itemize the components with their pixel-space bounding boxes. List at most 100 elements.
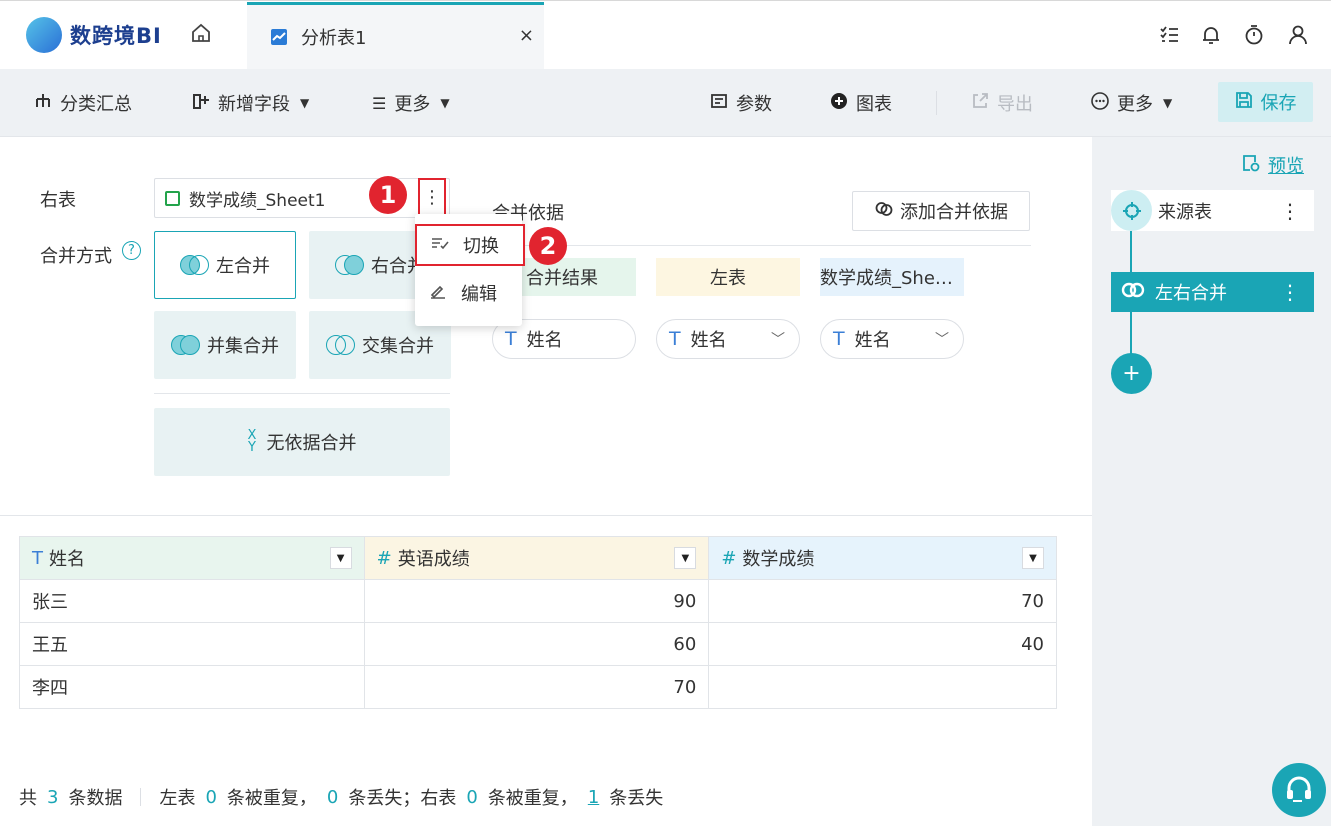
flow-node-join[interactable]: 左右合并 ⋮ (1111, 272, 1314, 312)
footer-text: 条丢失 (609, 788, 664, 809)
switch-icon (431, 235, 449, 256)
text-type-icon: T (669, 328, 681, 350)
chart-button[interactable]: 图表 (830, 90, 892, 116)
field-name: 姓名 (690, 330, 727, 351)
number-type-icon: # (721, 547, 737, 569)
switch-label: 切换 (463, 236, 499, 257)
venn-intersect-icon (326, 333, 356, 357)
menu-item-switch[interactable]: 切换 (415, 224, 525, 266)
column-name: 姓名 (49, 549, 85, 570)
add-field-label: 新增字段 (218, 94, 290, 115)
hierarchy-icon (34, 92, 52, 114)
cell-name: 王五 (19, 622, 365, 666)
group-summary-label: 分类汇总 (60, 94, 132, 115)
table-row: 王五 60 40 (19, 622, 1057, 666)
no-basis-join-button[interactable]: XY 无依据合并 (154, 408, 450, 476)
add-merge-basis-label: 添加合并依据 (900, 202, 1008, 223)
text-type-icon: T (833, 328, 845, 350)
more-right-label: 更多 (1117, 94, 1153, 115)
source-target-icon (1111, 190, 1152, 231)
column-header-math[interactable]: # 数学成绩 ▼ (708, 536, 1057, 580)
left-dup-count: 0 (205, 786, 217, 808)
stats-footer: 共 3 条数据 左表 0 条被重复， 0 条丢失；右表 0 条被重复， 1 条丢… (19, 784, 663, 810)
add-node-button[interactable]: + (1111, 353, 1152, 394)
right-table-more-icon[interactable]: ⋮ (418, 178, 446, 216)
join-option-union[interactable]: 并集合并 (154, 311, 296, 379)
node-more-icon[interactable]: ⋮ (1280, 280, 1300, 304)
cell-math (708, 665, 1057, 709)
preview-link[interactable]: 预览 (1242, 152, 1304, 178)
venn-union-icon (171, 333, 201, 357)
export-label: 导出 (997, 94, 1033, 115)
chevron-down-icon: ﹀ (771, 332, 785, 348)
add-merge-basis-button[interactable]: 添加合并依据 (852, 191, 1030, 231)
more-left-button[interactable]: ☰ 更多 ▼ (372, 90, 450, 116)
export-button[interactable]: 导出 (971, 90, 1033, 116)
section-divider (0, 515, 1092, 516)
xy-swap-icon: XY (247, 428, 257, 455)
save-icon (1235, 91, 1253, 114)
app-name: 数跨境BI (70, 24, 162, 48)
more-right-button[interactable]: 更多 ▼ (1091, 90, 1172, 116)
caret-down-icon: ▼ (1163, 96, 1173, 110)
toolbar-divider (936, 91, 937, 115)
right-table-label: 右表 (40, 190, 76, 211)
table-row: 李四 70 (19, 665, 1057, 709)
footer-divider (140, 788, 142, 806)
app-logo[interactable]: 数跨境BI (26, 15, 166, 55)
export-icon (971, 92, 989, 114)
text-type-icon: T (505, 328, 517, 350)
menu-item-edit[interactable]: 编辑 (415, 272, 522, 314)
home-icon[interactable] (190, 22, 220, 50)
params-label: 参数 (736, 94, 772, 115)
help-icon[interactable]: ? (122, 241, 141, 260)
tab-close-icon[interactable]: × (519, 25, 534, 46)
column-menu-icon[interactable]: ▼ (674, 547, 697, 569)
user-icon[interactable] (1287, 24, 1309, 46)
flow-node-source[interactable]: 来源表 ⋮ (1111, 190, 1314, 231)
column-header-name[interactable]: T 姓名 ▼ (19, 536, 365, 580)
group-summary-button[interactable]: 分类汇总 (34, 90, 132, 116)
footer-text: 条被重复， (487, 788, 578, 809)
bell-icon[interactable] (1200, 24, 1222, 46)
join-option-left[interactable]: 左合并 (154, 231, 296, 299)
task-list-icon[interactable] (1158, 24, 1180, 46)
params-icon (710, 92, 728, 114)
save-label: 保存 (1260, 93, 1297, 114)
right-table-value: 数学成绩_Sheet1 (189, 190, 326, 211)
venn-right-icon (335, 253, 365, 277)
more-left-label: 更多 (394, 94, 431, 115)
column-header-english[interactable]: # 英语成绩 ▼ (363, 536, 710, 580)
right-table-header: 数学成绩_She… (820, 258, 964, 296)
tab-analysis-table[interactable]: 分析表1 × (247, 2, 544, 69)
preview-icon (1242, 154, 1260, 177)
column-name: 数学成绩 (742, 549, 815, 570)
column-menu-icon[interactable]: ▼ (1022, 547, 1044, 569)
save-button[interactable]: 保存 (1218, 82, 1313, 122)
left-lost-count: 0 (326, 786, 339, 808)
params-button[interactable]: 参数 (710, 90, 772, 116)
chat-support-button[interactable] (1272, 763, 1326, 817)
timer-icon[interactable] (1243, 24, 1265, 46)
cell-name: 李四 (19, 665, 365, 709)
chart-label: 图表 (856, 94, 892, 115)
edit-label: 编辑 (461, 284, 497, 305)
left-field-select[interactable]: T 姓名 ﹀ (656, 319, 800, 359)
cell-math: 70 (708, 579, 1057, 623)
result-table: T 姓名 ▼ # 英语成绩 ▼ # 数学成绩 ▼ 张三 90 70 王五 60 40 李四 … (19, 536, 1057, 709)
analysis-table-icon (271, 29, 287, 45)
footer-text: 左表 (159, 788, 196, 809)
logo-mark-icon (26, 17, 62, 53)
node-more-icon[interactable]: ⋮ (1280, 199, 1300, 223)
right-lost-count[interactable]: 1 (588, 787, 599, 808)
table-row: 张三 90 70 (19, 579, 1057, 623)
tab-label: 分析表1 (301, 28, 367, 49)
join-method-label: 合并方式 (40, 246, 112, 267)
right-field-select[interactable]: T 姓名 ﹀ (820, 319, 964, 359)
column-menu-icon[interactable]: ▼ (329, 547, 352, 569)
cell-english: 60 (363, 622, 710, 666)
cell-math: 40 (708, 622, 1057, 666)
add-field-button[interactable]: 新增字段 ▼ (192, 90, 309, 116)
add-column-icon (192, 92, 210, 114)
step-badge-1: 1 (369, 176, 407, 214)
